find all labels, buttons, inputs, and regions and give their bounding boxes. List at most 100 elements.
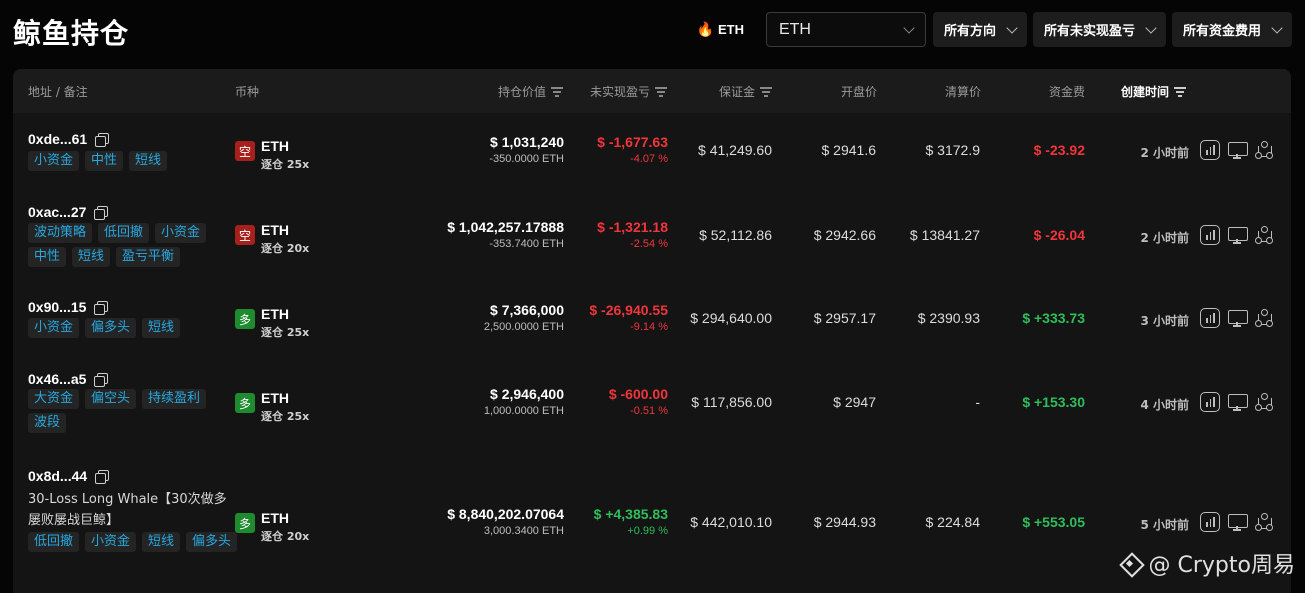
copy-icon[interactable] xyxy=(94,300,109,315)
col-position-value[interactable]: 持仓价值 xyxy=(498,83,563,100)
side-badge: 多 xyxy=(235,393,255,413)
leverage: 逐仓 20x xyxy=(261,242,310,255)
tag[interactable]: 短线 xyxy=(142,318,181,338)
coin-name: ETH xyxy=(261,510,289,526)
col-unrealized-pnl[interactable]: 未实现盈亏 xyxy=(590,83,667,100)
wallet-address[interactable]: 0x90...15 xyxy=(28,299,109,315)
tag[interactable]: 短线 xyxy=(129,151,168,171)
coin-cell: 多 ETH 逐仓 20x xyxy=(235,511,309,544)
filter-icon[interactable] xyxy=(551,87,563,97)
chart-icon[interactable] xyxy=(1200,308,1220,328)
coin-cell: 多 ETH 逐仓 25x xyxy=(235,307,309,340)
chart-icon[interactable] xyxy=(1200,225,1220,245)
table-row[interactable]: 0x46...a5 大资金 偏空头 持续盈利 波段 多 ETH 逐仓 25x $ … xyxy=(13,367,1291,453)
coin-cell: 空 ETH 逐仓 25x xyxy=(235,139,309,172)
share-icon[interactable] xyxy=(1254,140,1274,160)
tag[interactable]: 偏多头 xyxy=(186,532,238,552)
leverage: 逐仓 20x xyxy=(261,530,310,543)
symbol-select[interactable]: ETH xyxy=(765,12,926,47)
entry-price: $ 2957.17 xyxy=(813,310,876,326)
tag[interactable]: 波段 xyxy=(28,413,67,433)
table-row[interactable]: 0xde...61 小资金 中性 短线 空 ETH 逐仓 25x $ 1,031,… xyxy=(13,113,1291,197)
col-liq-price: 清算价 xyxy=(945,83,981,100)
monitor-icon[interactable] xyxy=(1227,392,1248,412)
share-icon[interactable] xyxy=(1254,308,1274,328)
tag[interactable]: 大资金 xyxy=(28,389,80,409)
monitor-icon[interactable] xyxy=(1227,140,1248,160)
tag[interactable]: 偏空头 xyxy=(85,389,137,409)
tag[interactable]: 小资金 xyxy=(155,223,207,243)
wallet-address[interactable]: 0xac...27 xyxy=(28,204,109,220)
share-icon[interactable] xyxy=(1254,392,1274,412)
filter-icon[interactable] xyxy=(655,87,667,97)
chevron-down-icon xyxy=(903,21,915,34)
coin-name: ETH xyxy=(261,390,289,406)
pnl-dropdown[interactable]: 所有未实现盈亏 xyxy=(1032,12,1166,47)
chevron-down-icon xyxy=(1145,21,1157,34)
chart-icon[interactable] xyxy=(1200,512,1220,532)
tag-list: 低回撤 小资金 短线 偏多头 xyxy=(28,532,238,552)
leverage: 逐仓 25x xyxy=(261,410,310,423)
table-row[interactable]: 0x8d...44 30-Loss Long Whale【30次做多屡败屡战巨鲸… xyxy=(13,453,1291,593)
tag[interactable]: 短线 xyxy=(72,247,111,267)
hot-symbol-tag[interactable]: 🔥 ETH xyxy=(697,21,744,38)
tag[interactable]: 小资金 xyxy=(28,318,80,338)
tag[interactable]: 低回撤 xyxy=(28,532,80,552)
tag[interactable]: 盈亏平衡 xyxy=(116,247,181,267)
copy-icon[interactable] xyxy=(95,132,110,147)
position-value-cell: $ 7,366,000 2,500.0000 ETH xyxy=(484,302,564,334)
funding-dropdown[interactable]: 所有资金费用 xyxy=(1171,12,1292,47)
tag[interactable]: 波动策略 xyxy=(28,223,93,243)
copy-icon[interactable] xyxy=(94,205,109,220)
col-margin[interactable]: 保证金 xyxy=(719,83,772,100)
col-created-time[interactable]: 创建时间 xyxy=(1121,83,1187,100)
share-icon[interactable] xyxy=(1254,512,1274,532)
filter-icon[interactable] xyxy=(1174,87,1187,97)
wallet-address[interactable]: 0xde...61 xyxy=(28,131,110,147)
leverage: 逐仓 25x xyxy=(261,158,310,171)
table-row[interactable]: 0x90...15 小资金 偏多头 短线 多 ETH 逐仓 25x $ 7,366… xyxy=(13,283,1291,367)
wallet-address[interactable]: 0x8d...44 xyxy=(28,468,110,484)
tag[interactable]: 偏多头 xyxy=(85,318,137,338)
tag[interactable]: 小资金 xyxy=(85,532,137,552)
margin-value: $ 442,010.10 xyxy=(690,514,772,530)
col-entry-price-label: 开盘价 xyxy=(840,85,877,99)
margin-value: $ 294,640.00 xyxy=(690,310,772,326)
copy-icon[interactable] xyxy=(94,372,109,387)
tag-list: 小资金 偏多头 短线 xyxy=(28,318,238,338)
share-icon[interactable] xyxy=(1254,225,1274,245)
monitor-icon[interactable] xyxy=(1227,512,1248,532)
tag[interactable]: 持续盈利 xyxy=(142,389,207,409)
wallet-address[interactable]: 0x46...a5 xyxy=(28,371,109,387)
monitor-icon[interactable] xyxy=(1227,308,1248,328)
chart-icon[interactable] xyxy=(1200,140,1220,160)
tag[interactable]: 低回撤 xyxy=(98,223,150,243)
side-badge: 空 xyxy=(235,141,255,161)
tag[interactable]: 小资金 xyxy=(28,151,80,171)
chart-icon[interactable] xyxy=(1200,392,1220,412)
tag[interactable]: 中性 xyxy=(28,247,67,267)
copy-icon[interactable] xyxy=(95,469,110,484)
direction-dropdown[interactable]: 所有方向 xyxy=(932,12,1027,47)
created-time: 5 小时前 xyxy=(1140,518,1189,532)
wallet-note: 30-Loss Long Whale【30次做多屡败屡战巨鲸】 xyxy=(28,492,227,528)
liq-price: $ 224.84 xyxy=(925,514,981,530)
pnl-value: $ -600.00 xyxy=(608,386,668,402)
col-funding-fee-label: 资金费 xyxy=(1048,85,1085,99)
col-position-value-label: 持仓价值 xyxy=(497,85,546,99)
pnl-value: $ -26,940.55 xyxy=(589,302,668,318)
tag[interactable]: 中性 xyxy=(85,151,124,171)
funding-fee: $ +333.73 xyxy=(1022,310,1085,326)
filter-bar: 🔥 ETH ETH 所有方向 所有未实现盈亏 所有资金费用 xyxy=(697,12,1292,47)
table-row[interactable]: 0xac...27 波动策略 低回撤 小资金 中性 短线 盈亏平衡 空 ETH 逐… xyxy=(13,197,1291,283)
funding-fee: $ +553.05 xyxy=(1022,514,1085,530)
tag[interactable]: 短线 xyxy=(142,532,181,552)
position-value-cell: $ 2,946,400 1,000.0000 ETH xyxy=(484,386,564,418)
position-value: $ 1,031,240 xyxy=(490,134,564,150)
monitor-icon[interactable] xyxy=(1227,225,1248,245)
funding-dropdown-label: 所有资金费用 xyxy=(1182,24,1261,39)
row-actions xyxy=(1200,512,1274,532)
filter-icon[interactable] xyxy=(760,87,772,97)
created-time: 2 小时前 xyxy=(1140,146,1189,160)
pnl-cell: $ +4,385.83 +0.99 % xyxy=(594,506,668,538)
